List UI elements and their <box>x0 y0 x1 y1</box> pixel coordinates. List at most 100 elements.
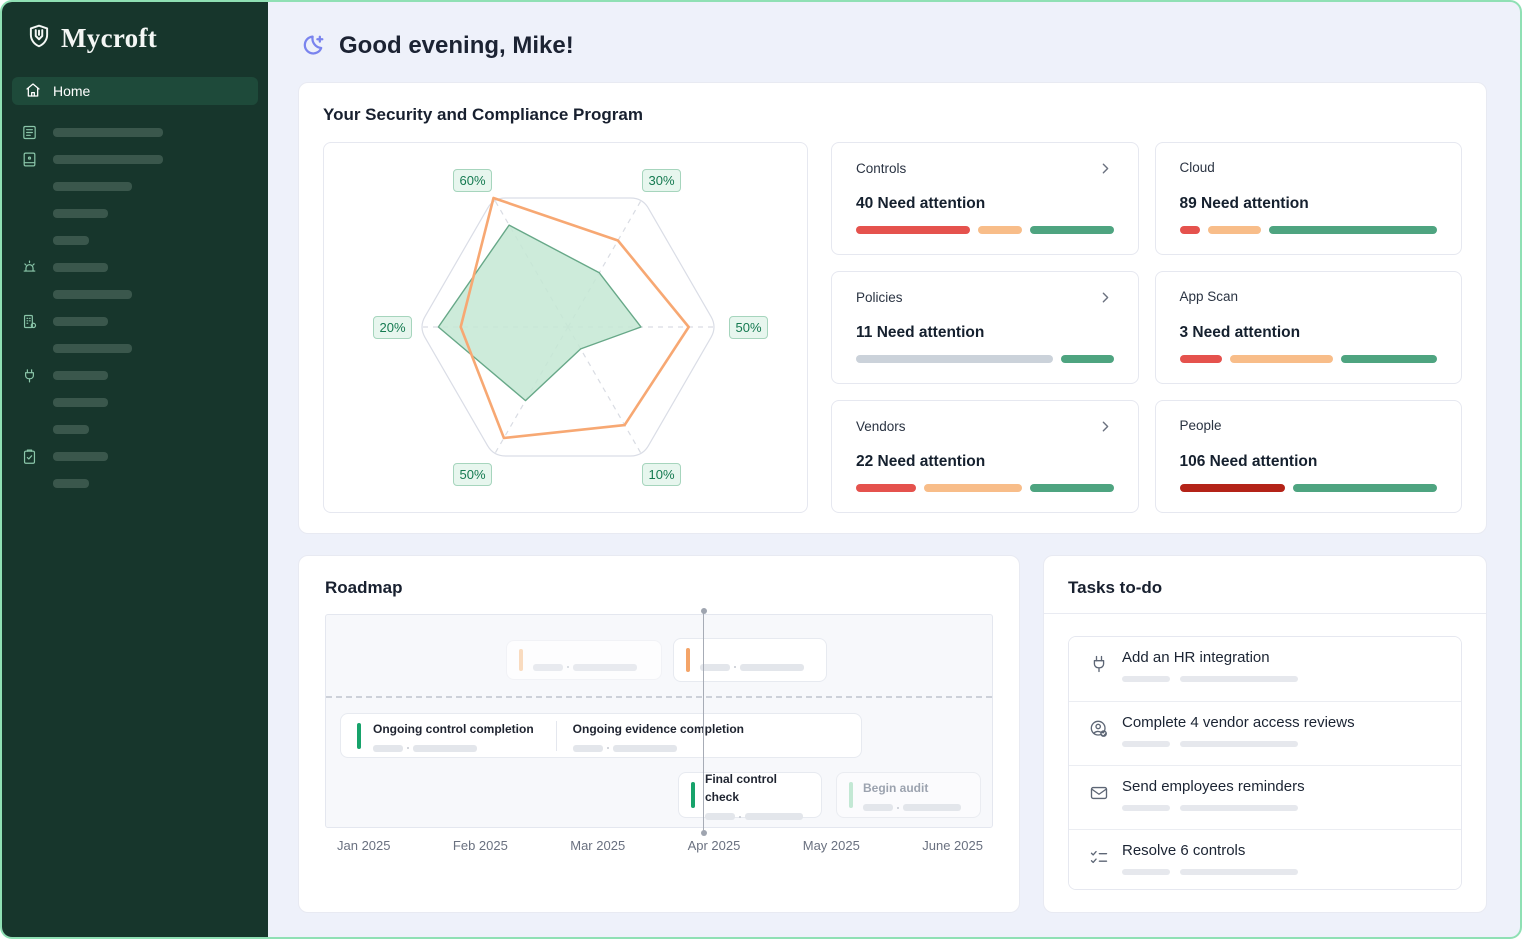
home-icon <box>25 82 41 101</box>
roadmap-item-label: Ongoing evidence completion <box>572 721 745 736</box>
stat-card-title: Vendors <box>856 419 906 434</box>
timeline-divider <box>326 696 992 698</box>
skeleton-bar <box>53 235 89 245</box>
task-item-send-reminders[interactable]: Send employees reminders <box>1069 765 1461 829</box>
sidebar-item-placeholder[interactable] <box>12 339 258 357</box>
sidebar-item-placeholder[interactable] <box>12 474 258 492</box>
sidebar: Mycroft Home <box>2 2 268 937</box>
roadmap-item-label: Final control check <box>705 772 777 804</box>
status-segment-bar <box>856 484 1114 492</box>
plug-icon <box>21 367 38 384</box>
month-label: Mar 2025 <box>570 838 626 853</box>
radar-label-top-left: 60% <box>453 169 492 192</box>
security-program-card: Your Security and Compliance Program 60%… <box>298 82 1487 534</box>
sidebar-placeholder-nav <box>12 123 258 492</box>
stat-card-cloud[interactable]: Cloud 89 Need attention <box>1154 142 1462 255</box>
skeleton-bar <box>53 343 132 353</box>
stat-card-value: 3 Need attention <box>1179 324 1301 341</box>
roadmap-item-begin-audit[interactable]: Begin audit <box>836 772 981 818</box>
segment-green <box>1030 484 1114 492</box>
tasks-list: Add an HR integration Complete 4 vendor … <box>1068 636 1462 890</box>
timeline-month-labels: Jan 2025 Feb 2025 Mar 2025 Apr 2025 May … <box>325 838 993 853</box>
segment-orange <box>924 484 1023 492</box>
roadmap-item-label: Ongoing control completion <box>373 721 534 736</box>
item-accent-bar <box>849 782 853 808</box>
skeleton-text <box>705 813 809 820</box>
roadmap-timeline: Ongoing control completion Ongoing evide… <box>325 608 993 836</box>
item-accent-bar <box>519 649 523 671</box>
skeleton-bar <box>53 370 108 380</box>
skeleton-text <box>1122 741 1355 747</box>
sidebar-item-placeholder[interactable] <box>12 420 258 438</box>
radar-chart-panel: 60% 30% 50% 10% 50% 20% <box>323 142 808 513</box>
task-label: Add an HR integration <box>1122 649 1270 666</box>
segment-gray <box>856 355 1054 363</box>
roadmap-item-label: Begin audit <box>863 781 929 795</box>
roadmap-item-final-check[interactable]: Final control check <box>678 772 822 820</box>
skeleton-bar <box>53 478 89 488</box>
program-title: Your Security and Compliance Program <box>323 105 643 124</box>
stat-card-people[interactable]: People 106 Need attention <box>1154 400 1462 513</box>
chevron-right-icon[interactable] <box>1097 418 1114 435</box>
stat-card-controls[interactable]: Controls 40 Need attention <box>831 142 1139 255</box>
status-segment-bar <box>1179 226 1438 234</box>
tasks-title: Tasks to-do <box>1068 578 1163 597</box>
status-segment-bar <box>856 226 1114 234</box>
stat-card-app-scan[interactable]: App Scan 3 Need attention <box>1154 271 1462 384</box>
sidebar-item-placeholder[interactable] <box>12 447 258 465</box>
roadmap-title: Roadmap <box>325 578 403 597</box>
app-window: Mycroft Home Good evening, Mike! Your Se… <box>0 0 1522 939</box>
segment-green <box>1341 355 1437 363</box>
segment-orange <box>1230 355 1334 363</box>
skeleton-text <box>1122 676 1298 682</box>
skeleton-text <box>700 663 804 671</box>
sidebar-item-placeholder[interactable] <box>12 231 258 249</box>
greeting-text: Good evening, Mike! <box>339 32 574 59</box>
stat-card-title: App Scan <box>1179 289 1239 304</box>
segment-orange <box>1207 226 1262 234</box>
status-segment-bar <box>1179 484 1437 492</box>
sidebar-item-placeholder[interactable] <box>12 366 258 384</box>
task-label: Send employees reminders <box>1122 778 1305 795</box>
sidebar-item-placeholder[interactable] <box>12 177 258 195</box>
item-divider <box>555 720 557 751</box>
roadmap-item-placeholder[interactable] <box>673 638 827 682</box>
task-item-resolve-controls[interactable]: Resolve 6 controls <box>1069 829 1461 889</box>
sidebar-item-placeholder[interactable] <box>12 393 258 411</box>
sidebar-item-label: Home <box>53 83 91 99</box>
skeleton-bar <box>53 208 108 218</box>
sidebar-item-placeholder[interactable] <box>12 204 258 222</box>
skeleton-bar <box>53 181 132 191</box>
sidebar-item-placeholder[interactable] <box>12 312 258 330</box>
month-label: Feb 2025 <box>452 838 508 853</box>
month-label: June 2025 <box>922 838 983 853</box>
skeleton-bar <box>53 397 108 407</box>
radar-label-right: 50% <box>729 316 768 339</box>
mail-icon <box>1089 783 1109 803</box>
roadmap-item-ongoing[interactable]: Ongoing control completion Ongoing evide… <box>340 713 862 758</box>
tasks-card: Tasks to-do Add an HR integration Comple… <box>1043 555 1487 913</box>
building-icon <box>21 313 38 330</box>
sidebar-item-placeholder[interactable] <box>12 285 258 303</box>
skeleton-bar <box>53 262 108 272</box>
roadmap-item-placeholder[interactable] <box>506 640 662 680</box>
segment-green <box>1061 355 1114 363</box>
segment-red <box>856 226 971 234</box>
segment-orange <box>978 226 1022 234</box>
skeleton-text <box>533 663 637 671</box>
stat-card-policies[interactable]: Policies 11 Need attention <box>831 271 1139 384</box>
month-label: Jan 2025 <box>337 838 391 853</box>
chevron-right-icon[interactable] <box>1097 289 1114 306</box>
clipboard-check-icon <box>21 448 38 465</box>
task-item-hr-integration[interactable]: Add an HR integration <box>1069 637 1461 701</box>
sidebar-item-placeholder[interactable] <box>12 123 258 141</box>
stat-card-vendors[interactable]: Vendors 22 Need attention <box>831 400 1139 513</box>
sidebar-item-home[interactable]: Home <box>12 77 258 105</box>
roadmap-card: Roadmap Ongoing control completion Ongoi… <box>298 555 1020 913</box>
sidebar-item-placeholder[interactable] <box>12 150 258 168</box>
chevron-right-icon[interactable] <box>1097 160 1114 177</box>
sidebar-item-placeholder[interactable] <box>12 258 258 276</box>
task-item-vendor-reviews[interactable]: Complete 4 vendor access reviews <box>1069 701 1461 765</box>
user-check-icon <box>1089 719 1109 739</box>
stat-card-value: 89 Need attention <box>1179 195 1309 212</box>
